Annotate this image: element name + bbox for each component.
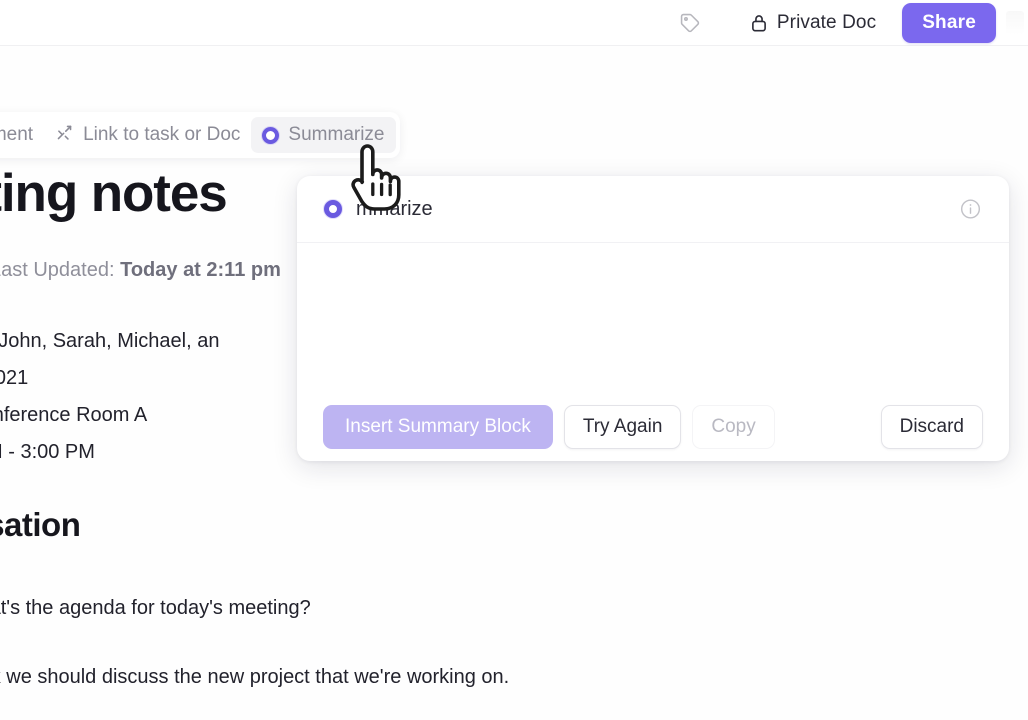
last-updated-value: Today at 2:11 pm (120, 259, 281, 281)
ai-ring-icon (262, 126, 280, 144)
last-updated-status: Last Updated: Today at 2:11 pm (0, 259, 281, 282)
top-header-bar: Private Doc Share (0, 0, 1028, 46)
toolbar-summarize-label: Summarize (288, 124, 385, 145)
toolbar-link-label: Link to task or Doc (83, 124, 241, 145)
conversation-line-2: hink we should discuss the new project t… (0, 666, 510, 688)
discard-button[interactable]: Discard (880, 405, 983, 449)
section-heading-conversation: ersation (0, 506, 81, 543)
ai-ring-icon (324, 200, 342, 218)
last-updated-label: Last Updated: (0, 259, 115, 281)
private-doc-label: Private Doc (776, 12, 877, 33)
toolbar-item-link[interactable]: Link to task or Doc (44, 117, 251, 153)
meta-participants-value: John, Sarah, Michael, an (0, 330, 220, 352)
summarize-panel-header: mmarize (297, 176, 1009, 243)
lock-icon (750, 13, 768, 33)
header-right-group: Private Doc Share (670, 0, 1028, 46)
share-button[interactable]: Share (902, 3, 996, 43)
tag-icon[interactable] (670, 3, 710, 43)
private-doc-indicator[interactable]: Private Doc (746, 6, 880, 40)
meta-participants-row: nts: John, Sarah, Michael, an (0, 323, 219, 360)
insert-summary-block-button[interactable]: Insert Summary Block (323, 405, 553, 449)
try-again-button[interactable]: Try Again (563, 405, 682, 449)
meta-location-value: Conference Room A (0, 404, 148, 426)
summarize-panel-title: mmarize (356, 197, 433, 220)
meta-location-row: : Conference Room A (0, 397, 219, 434)
toolbar-item-summarize[interactable]: Summarize (251, 117, 396, 153)
copy-button[interactable]: Copy (692, 405, 775, 449)
meeting-meta-block: nts: John, Sarah, Michael, an 15/2021 : … (0, 323, 219, 471)
meta-date-row: 15/2021 (0, 367, 29, 389)
link-arrow-icon (55, 123, 74, 148)
summarize-panel-actions: Insert Summary Block Try Again Copy Disc… (297, 393, 1009, 461)
toolbar-comment-label: mment (0, 124, 34, 145)
doc-app-window: Private Doc Share eting notes Last Updat… (0, 0, 1028, 720)
toolbar-item-comment[interactable]: mment (0, 117, 44, 153)
summarize-popup-panel: mmarize Insert Summary Block Try Again C… (297, 176, 1009, 461)
header-overflow-sliver (1006, 11, 1024, 35)
conversation-line-1: what's the agenda for today's meeting? (0, 597, 311, 619)
text-selection-toolbar: mment Link to task or Doc Summarize (0, 112, 400, 158)
info-circle-icon[interactable] (959, 198, 982, 221)
summarize-output-area[interactable] (297, 243, 1009, 393)
meta-time-row: 0 PM - 3:00 PM (0, 441, 95, 463)
page-title: eting notes (0, 164, 228, 223)
summarize-panel-title-group: mmarize (324, 198, 433, 221)
